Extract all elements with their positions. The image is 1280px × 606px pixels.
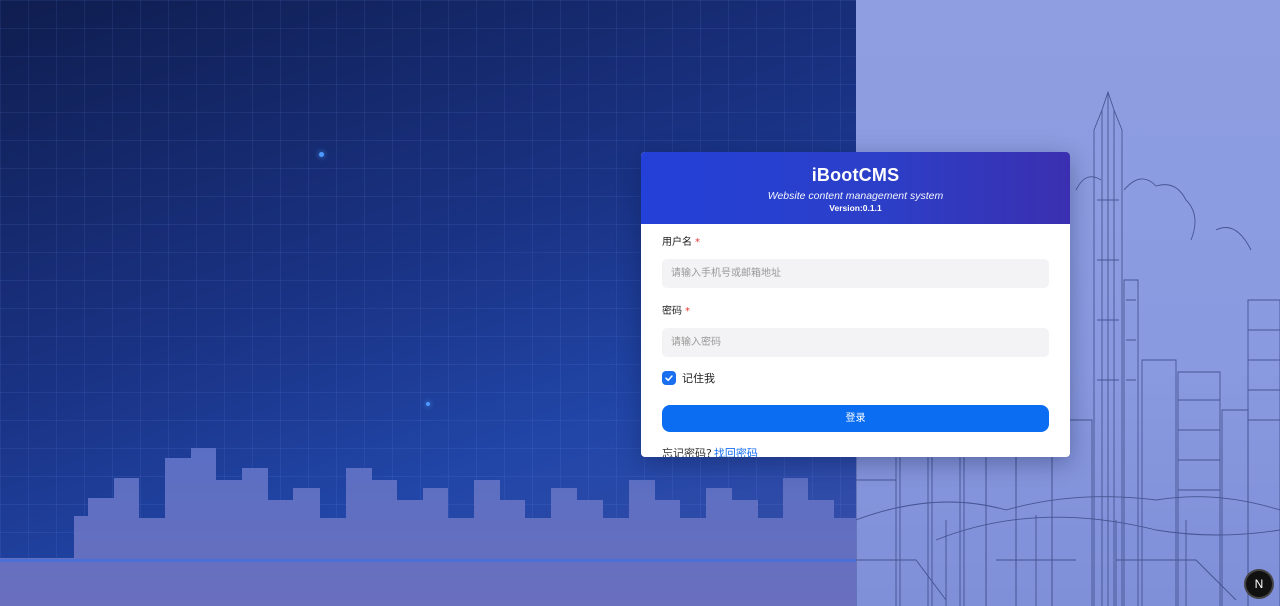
recover-password-link[interactable]: 找回密码 [714, 447, 758, 457]
version-label: Version:0.1.1 [829, 203, 882, 213]
login-button[interactable]: 登录 [662, 405, 1049, 432]
username-label: 用户名 * [662, 236, 1049, 250]
login-card: iBootCMS Website content management syst… [641, 152, 1070, 457]
login-form: 用户名 * 请输入手机号或邮箱地址 密码 * 请输入密码 记住我 登录 忘记密码? 找… [641, 224, 1070, 457]
brand-title: iBootCMS [811, 165, 900, 185]
password-label-text: 密码 [662, 306, 682, 317]
required-mark: * [695, 237, 700, 248]
username-label-text: 用户名 [662, 237, 692, 248]
required-mark: * [685, 306, 690, 317]
glow-dot [426, 402, 430, 406]
forgot-text: 忘记密码? [662, 447, 712, 457]
remember-me-row[interactable]: 记住我 [662, 370, 1049, 386]
remember-checkbox[interactable] [662, 371, 676, 385]
skyline-silhouette [0, 448, 856, 606]
remember-label: 记住我 [682, 372, 715, 385]
glow-dot [319, 152, 324, 157]
password-label: 密码 * [662, 305, 1049, 319]
n-logo-icon[interactable]: N [1246, 571, 1272, 597]
username-input[interactable]: 请输入手机号或邮箱地址 [662, 259, 1049, 288]
brand-subtitle: Website content management system [767, 190, 944, 202]
password-input[interactable]: 请输入密码 [662, 328, 1049, 357]
check-icon [665, 375, 673, 382]
login-header: iBootCMS Website content management syst… [641, 152, 1070, 224]
forgot-password-row: 忘记密码? 找回密码 [662, 446, 1049, 457]
